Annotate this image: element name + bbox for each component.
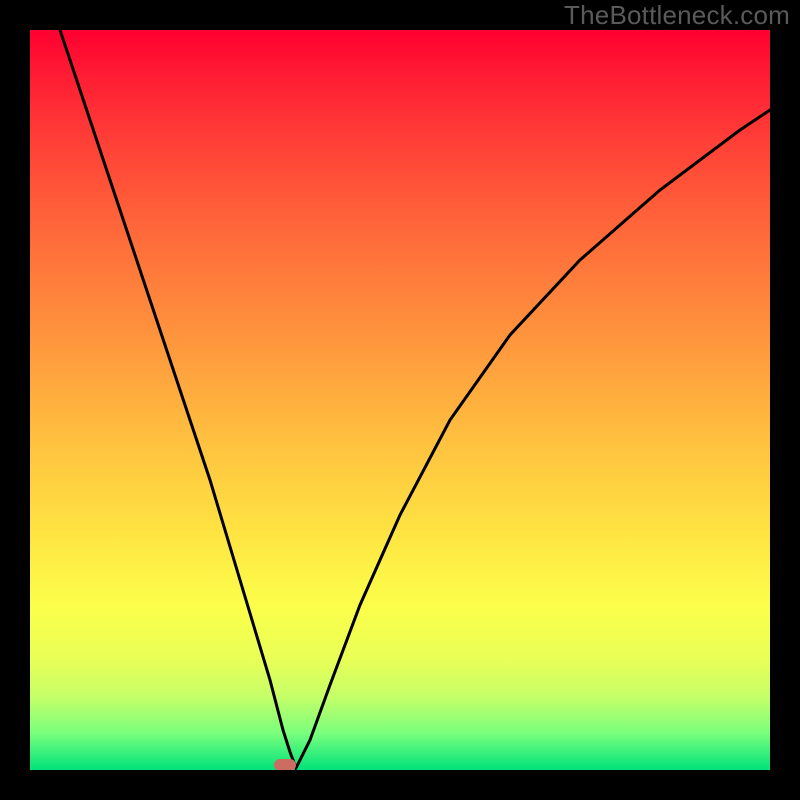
bottleneck-curve — [30, 30, 770, 770]
watermark-label: TheBottleneck.com — [564, 0, 790, 31]
optimal-marker — [274, 759, 296, 770]
plot-area — [30, 30, 770, 770]
chart-frame: TheBottleneck.com — [0, 0, 800, 800]
curve-path — [60, 30, 770, 768]
